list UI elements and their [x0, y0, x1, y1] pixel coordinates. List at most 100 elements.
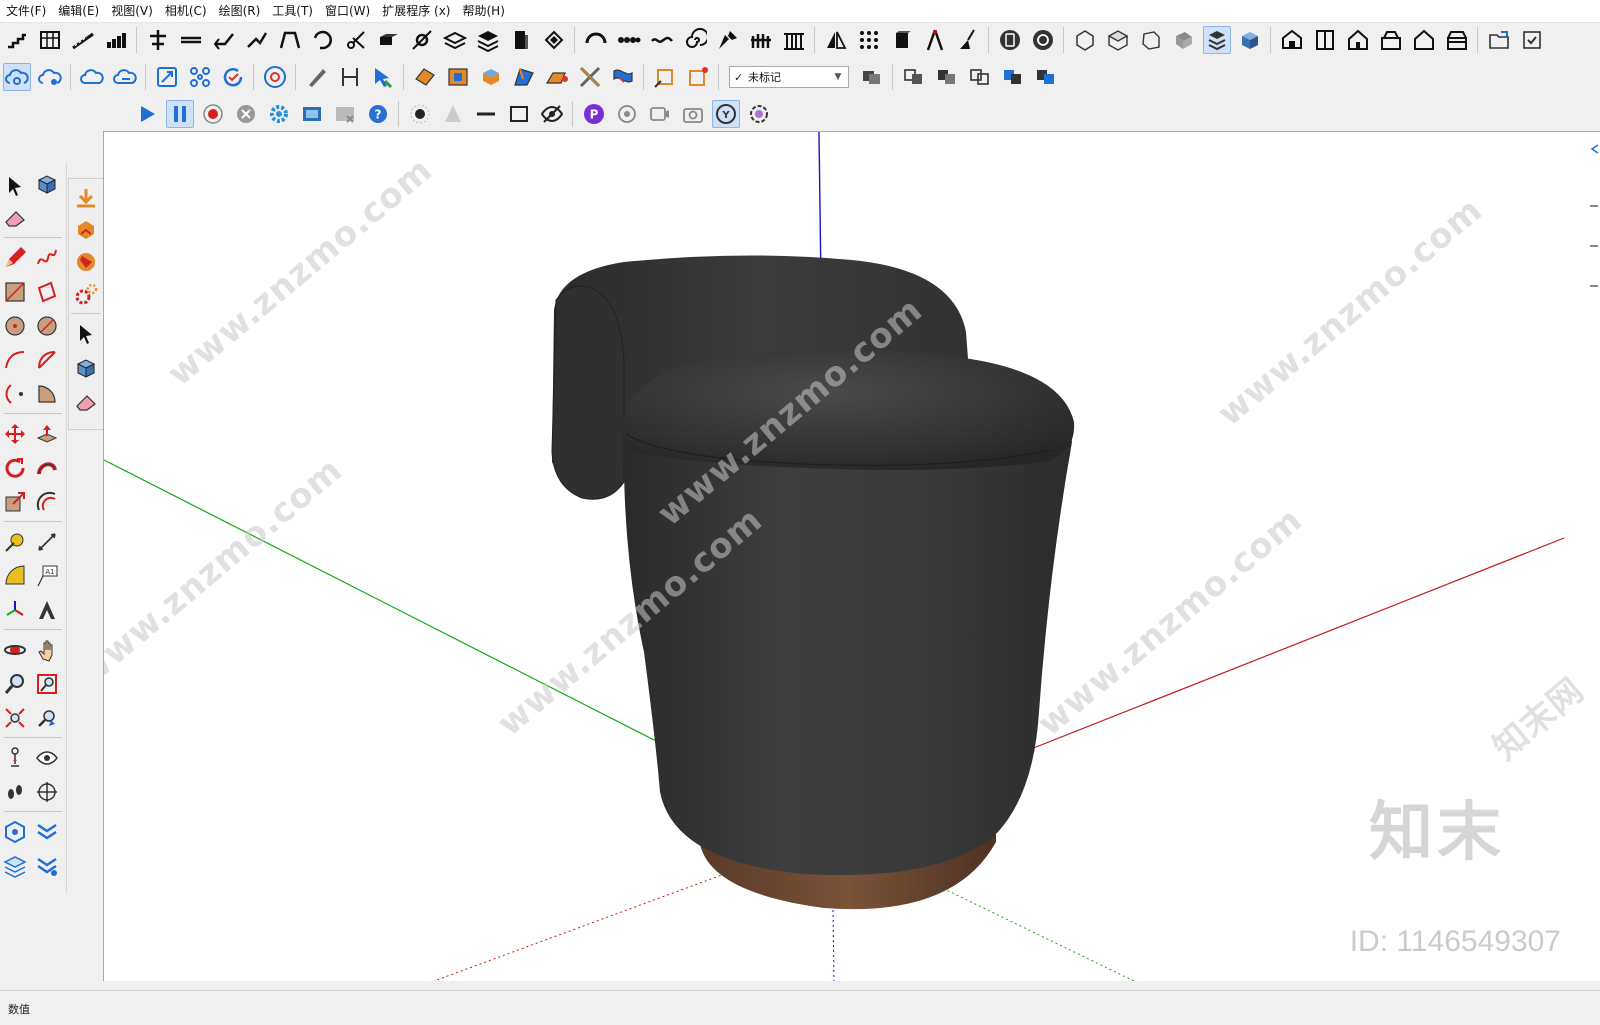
view-shaded-button[interactable] [1202, 26, 1231, 54]
array-tool-button[interactable] [855, 26, 883, 54]
view-house-right-button[interactable] [1377, 26, 1405, 54]
tag-tool-2-button[interactable] [933, 63, 961, 91]
view-right-button[interactable] [1170, 26, 1198, 54]
eraser-tool-button[interactable] [0, 203, 30, 233]
hide-lights-button[interactable] [538, 100, 566, 128]
cloud-sync-button[interactable] [2, 63, 31, 91]
explode-button[interactable] [651, 63, 679, 91]
menu-file[interactable]: 文件(F) [0, 0, 52, 22]
fence-tool-button[interactable] [747, 26, 775, 54]
curve-face-button[interactable] [609, 63, 637, 91]
move-button[interactable] [0, 419, 30, 449]
molecule-button[interactable] [186, 63, 214, 91]
intersect-button[interactable] [576, 63, 604, 91]
dimension-button[interactable] [336, 63, 364, 91]
extension-settings-button[interactable] [32, 851, 62, 881]
arch-tool-button[interactable] [276, 26, 304, 54]
view-house-back-button[interactable] [1410, 26, 1438, 54]
select-tool-button[interactable] [0, 171, 30, 201]
tag-tool-4-button[interactable] [999, 63, 1027, 91]
export-button[interactable] [1485, 26, 1513, 54]
tag-color-button[interactable] [858, 63, 886, 91]
pie-button[interactable] [32, 379, 62, 409]
protractor-button[interactable] [0, 561, 30, 591]
orange-frame-button[interactable] [444, 63, 472, 91]
fold-tool-button[interactable] [243, 26, 271, 54]
dots-tool-button[interactable] [615, 26, 643, 54]
view-iso-button[interactable] [1071, 26, 1099, 54]
materials-button[interactable] [71, 247, 101, 277]
circle-button[interactable] [0, 311, 30, 341]
right-panel-handle[interactable] [1588, 135, 1600, 335]
dimension-tool-button[interactable] [32, 527, 62, 557]
fold-face-button[interactable] [510, 63, 538, 91]
freehand-button[interactable] [32, 243, 62, 273]
extension-warehouse-button[interactable] [32, 817, 62, 847]
dome-tool-button[interactable] [582, 26, 610, 54]
zoom-button[interactable] [0, 669, 30, 699]
cut-tool-button[interactable] [342, 26, 370, 54]
float-select-button[interactable] [71, 319, 101, 349]
reload-button[interactable] [219, 63, 247, 91]
plugin-p-button[interactable]: P [580, 100, 608, 128]
compass-tool-button[interactable] [921, 26, 949, 54]
bend-tool-button[interactable] [210, 26, 238, 54]
follow-me-button[interactable] [32, 453, 62, 483]
wave-tool-button[interactable] [648, 26, 676, 54]
extrude-tool-button[interactable] [375, 26, 403, 54]
mirror-tool-button[interactable] [822, 26, 850, 54]
offset-button[interactable] [32, 487, 62, 517]
stair-tool-button[interactable] [3, 26, 31, 54]
tag-tool-3-button[interactable] [966, 63, 994, 91]
view-house-front-button[interactable] [1344, 26, 1372, 54]
orbit-button[interactable] [0, 635, 30, 665]
render-tool-button[interactable] [996, 26, 1024, 54]
film-button[interactable] [298, 100, 326, 128]
menu-help[interactable]: 帮助(H) [456, 0, 510, 22]
view-top-button[interactable] [1104, 26, 1132, 54]
offset-face-button[interactable] [543, 63, 571, 91]
menu-window[interactable]: 窗口(W) [319, 0, 376, 22]
menu-extensions[interactable]: 扩展程序 (x) [376, 0, 456, 22]
walk-button[interactable] [0, 777, 30, 807]
arc2-button[interactable] [32, 345, 62, 375]
bars-tool-button[interactable] [102, 26, 130, 54]
float-eraser-button[interactable] [71, 387, 101, 417]
position-camera-button[interactable] [0, 743, 30, 773]
box-tool-button[interactable] [888, 26, 916, 54]
cloud-lines-button[interactable] [111, 63, 139, 91]
axes-tool-button[interactable] [0, 595, 30, 625]
view-front-button[interactable] [1137, 26, 1165, 54]
line-light-button[interactable] [472, 100, 500, 128]
3d-viewport[interactable]: www.znzmo.com www.znzmo.com www.znzmo.co… [103, 131, 1600, 981]
grid-tool-button[interactable] [36, 26, 64, 54]
menu-camera[interactable]: 相机(C) [159, 0, 213, 22]
plugin-settings-button[interactable] [71, 279, 101, 309]
section-plane-button[interactable] [32, 777, 62, 807]
rectangle-button[interactable] [0, 277, 30, 307]
3d-text-button[interactable] [32, 595, 62, 625]
play-button[interactable] [133, 100, 161, 128]
tape-measure-button[interactable] [0, 527, 30, 557]
pin-tool-button[interactable] [540, 26, 568, 54]
rotated-rect-button[interactable] [32, 277, 62, 307]
pause-button[interactable] [165, 100, 194, 128]
look-around-button[interactable] [32, 743, 62, 773]
record-button[interactable] [199, 100, 227, 128]
arc-button[interactable] [0, 345, 30, 375]
clip-button[interactable] [684, 63, 712, 91]
clock-y-button[interactable]: Y [711, 100, 740, 128]
video-cam-button[interactable] [646, 100, 674, 128]
tag-tool-5-button[interactable] [1032, 63, 1060, 91]
spiral-tool-button[interactable] [681, 26, 709, 54]
column-tool-button[interactable] [780, 26, 808, 54]
settings-button[interactable] [265, 100, 293, 128]
layer-up-button[interactable] [71, 215, 101, 245]
text-tool-button[interactable]: A1 [32, 561, 62, 591]
warehouse-button[interactable] [0, 817, 30, 847]
pen-tool-button[interactable] [714, 26, 742, 54]
menu-tools[interactable]: 工具(T) [266, 0, 319, 22]
align-tool-button[interactable] [144, 26, 172, 54]
zoom-extents-button[interactable] [0, 703, 30, 733]
layer-manager-button[interactable] [0, 851, 30, 881]
